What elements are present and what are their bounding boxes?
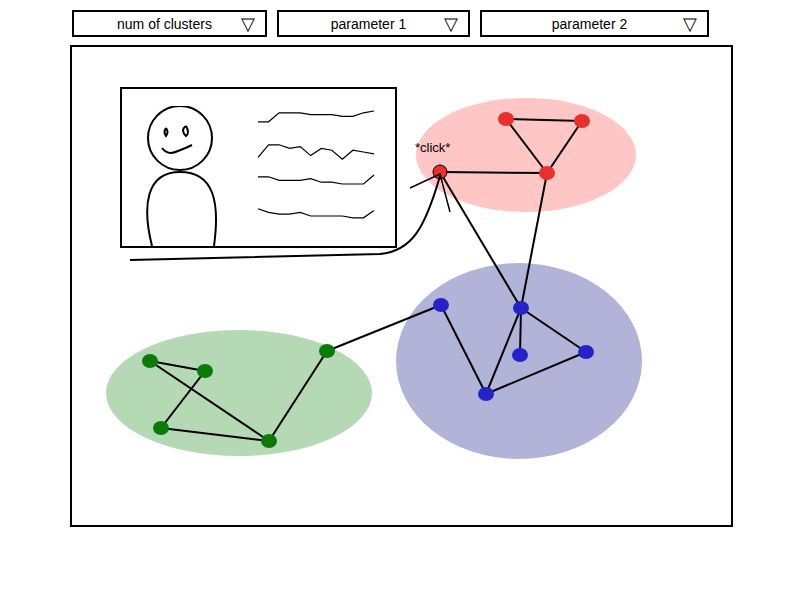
graph-edge — [521, 173, 547, 308]
toolbar: num of clusters▽parameter 1▽parameter 2▽ — [72, 10, 800, 37]
waveform — [258, 145, 374, 159]
graph-edge — [506, 119, 582, 121]
graph-node[interactable] — [513, 301, 529, 315]
graph-node[interactable] — [197, 364, 213, 378]
page: num of clusters▽parameter 1▽parameter 2▽… — [0, 0, 800, 600]
graph-edge — [520, 308, 521, 355]
graph-edge — [327, 305, 441, 351]
cursor-icon — [410, 174, 450, 212]
dropdown-label: parameter 1 — [293, 16, 444, 32]
graph-node[interactable] — [153, 421, 169, 435]
graph-node[interactable] — [261, 434, 277, 448]
dropdown-arrow-icon: ▽ — [444, 15, 458, 33]
dropdown-label: parameter 2 — [496, 16, 683, 32]
graph-node[interactable] — [319, 344, 335, 358]
graph-node[interactable] — [578, 345, 594, 359]
waveform-list — [254, 107, 384, 232]
dropdown[interactable]: parameter 2▽ — [480, 10, 709, 37]
graph-node[interactable] — [498, 112, 514, 126]
graph-node[interactable] — [574, 114, 590, 128]
graph-edge — [440, 172, 521, 308]
waveform — [258, 175, 374, 184]
dropdown[interactable]: num of clusters▽ — [72, 10, 267, 37]
graph-canvas: *click* — [70, 45, 733, 527]
node-popup — [120, 87, 397, 248]
graph-node[interactable] — [478, 387, 494, 401]
dropdown-label: num of clusters — [88, 16, 241, 32]
person-icon — [136, 106, 240, 246]
graph-edge — [440, 172, 547, 173]
graph-node[interactable] — [433, 298, 449, 312]
graph-node[interactable] — [512, 348, 528, 362]
graph-edge — [150, 361, 269, 441]
graph-edge — [521, 308, 586, 352]
graph-node[interactable] — [142, 354, 158, 368]
cluster-area — [396, 263, 642, 459]
cluster-area — [106, 330, 372, 456]
click-label: *click* — [415, 140, 450, 155]
waveform — [258, 209, 374, 218]
graph-edge — [161, 371, 205, 428]
graph-edge — [506, 119, 547, 173]
graph-node[interactable] — [539, 166, 555, 180]
graph-edge — [269, 351, 327, 441]
graph-edge — [547, 121, 582, 173]
dropdown-arrow-icon: ▽ — [683, 15, 697, 33]
graph-edge — [486, 352, 586, 394]
dropdown[interactable]: parameter 1▽ — [277, 10, 470, 37]
graph-edge — [161, 428, 269, 441]
waveform — [258, 111, 374, 122]
dropdown-arrow-icon: ▽ — [241, 15, 255, 33]
cluster-area — [416, 98, 636, 212]
graph-edge — [441, 305, 486, 394]
